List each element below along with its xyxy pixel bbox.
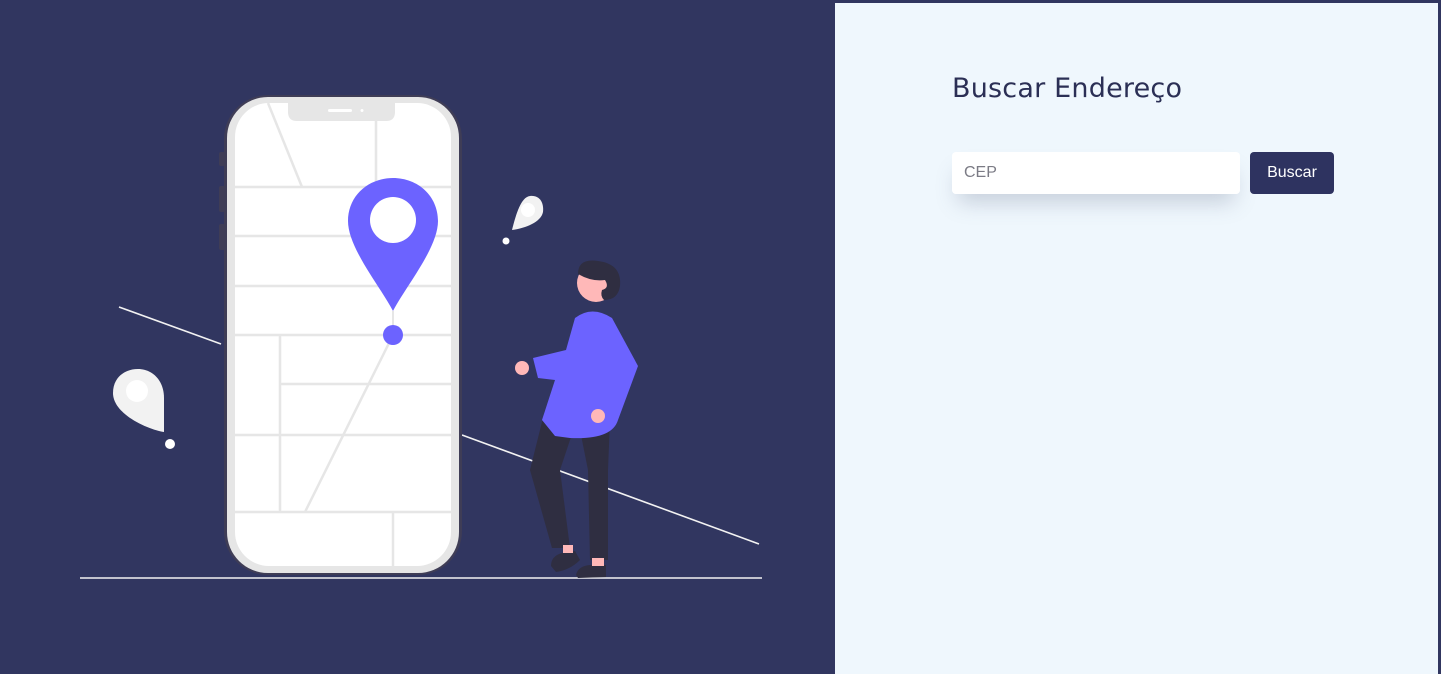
street-line-left [118,306,222,345]
smartphone-map [219,95,462,575]
cep-input[interactable] [952,152,1240,194]
street-line-right [461,434,760,545]
person-walking [515,260,638,578]
cep-field-wrapper [952,152,1240,194]
map-marker-bubble-icon [113,369,175,449]
search-panel: Buscar Endereço Buscar [835,3,1438,674]
page-title: Buscar Endereço [952,73,1183,104]
search-button[interactable]: Buscar [1250,152,1334,194]
illustration-panel [0,0,835,674]
map-marker-bubble-icon-small [502,195,544,245]
page: Buscar Endereço Buscar [0,0,1441,674]
location-illustration [80,95,762,579]
